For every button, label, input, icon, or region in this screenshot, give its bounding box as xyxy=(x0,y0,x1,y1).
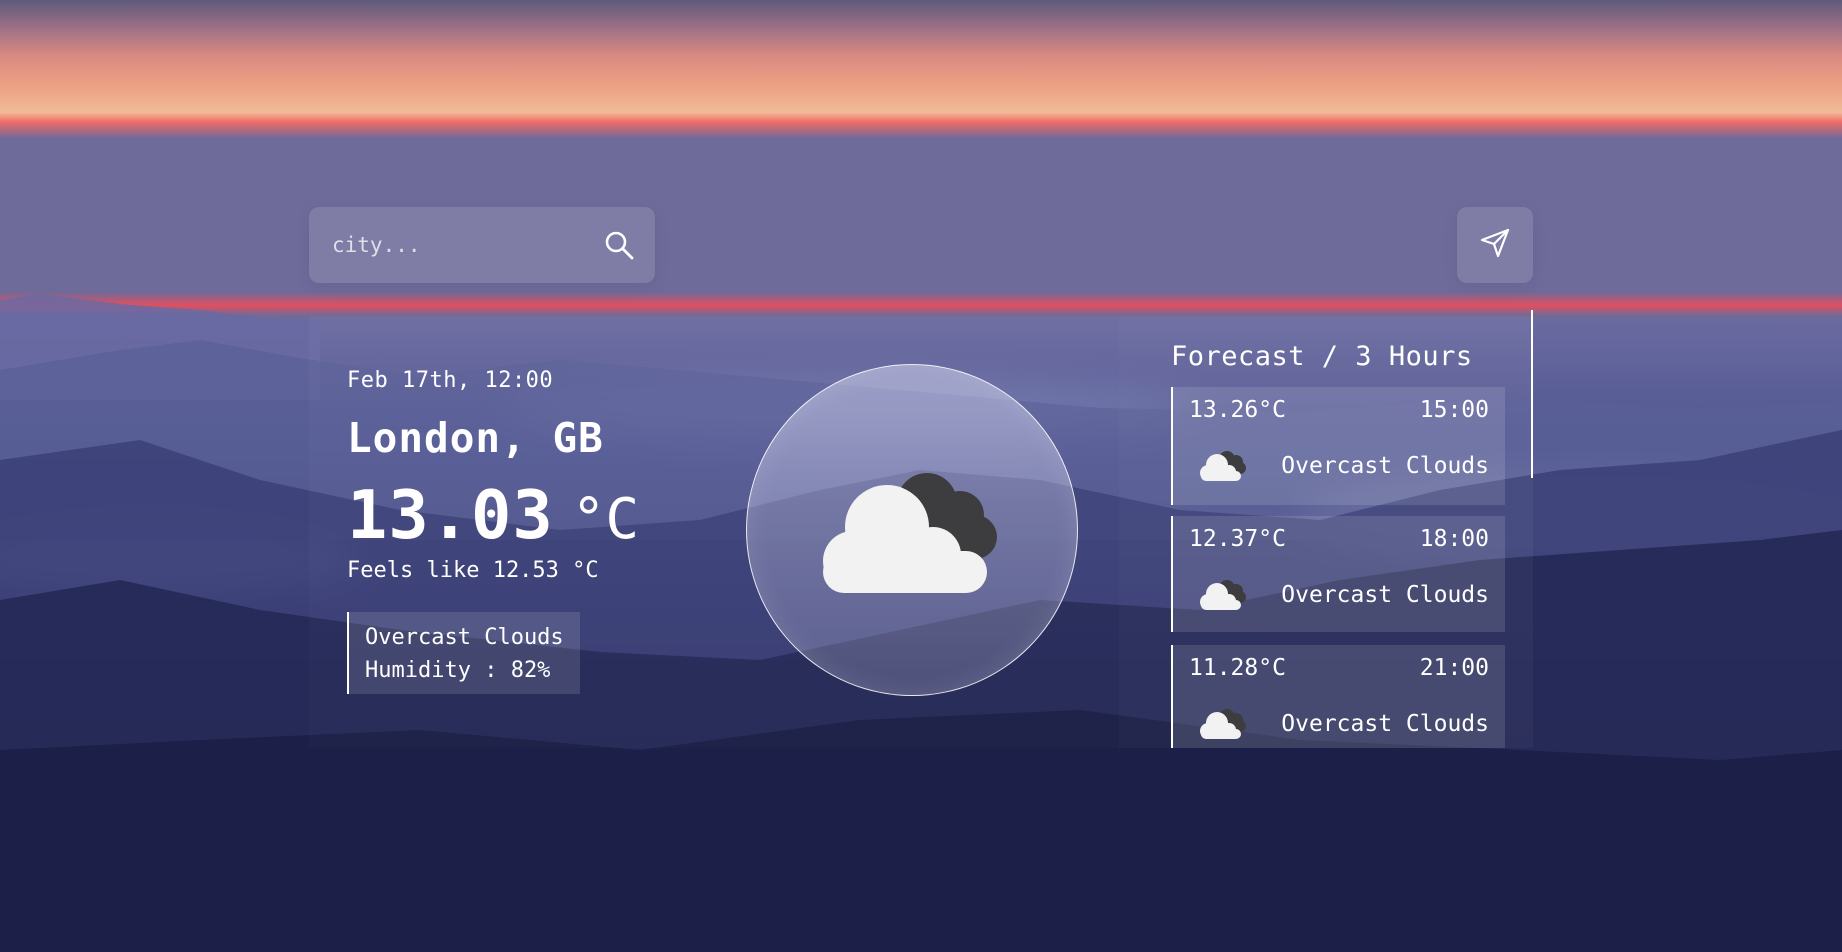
feels-like: Feels like 12.53 °C xyxy=(347,558,599,583)
temperature-row: 13.03 °C xyxy=(347,476,639,554)
overcast-clouds-icon xyxy=(823,473,997,593)
city-search-box xyxy=(309,207,655,283)
current-temperature: 13.03 xyxy=(347,476,554,554)
weather-icon-orb xyxy=(746,364,1078,696)
weather-details-box: Overcast Clouds Humidity : 82% xyxy=(347,612,580,694)
humidity: Humidity : 82% xyxy=(365,658,551,683)
forecast-description: Overcast Clouds xyxy=(1281,582,1489,608)
forecast-item: 13.26°C 15:00 Overcast Clouds xyxy=(1171,387,1505,505)
temperature-unit: °C xyxy=(571,487,640,552)
city-name: London, GB xyxy=(347,414,604,462)
city-search-input[interactable] xyxy=(330,232,574,258)
weather-description: Overcast Clouds xyxy=(365,625,564,650)
forecast-time: 15:00 xyxy=(1419,397,1489,423)
forecast-divider xyxy=(1531,310,1533,478)
overcast-clouds-icon xyxy=(1200,580,1246,610)
forecast-description: Overcast Clouds xyxy=(1281,453,1489,479)
forecast-temperature: 13.26°C xyxy=(1189,397,1286,423)
current-date: Feb 17th, 12:00 xyxy=(347,368,554,393)
weather-panel: Feb 17th, 12:00 London, GB 13.03 °C Feel… xyxy=(309,310,1533,748)
current-weather: Feb 17th, 12:00 London, GB 13.03 °C Feel… xyxy=(347,368,639,694)
overcast-clouds-icon xyxy=(1200,451,1246,481)
overcast-clouds-icon xyxy=(1200,709,1246,739)
forecast-time: 21:00 xyxy=(1419,655,1489,681)
forecast-title: Forecast / 3 Hours xyxy=(1171,341,1473,372)
forecast-item: 12.37°C 18:00 Overcast Clouds xyxy=(1171,516,1505,632)
locate-me-button[interactable] xyxy=(1457,207,1533,283)
forecast-temperature: 12.37°C xyxy=(1189,526,1286,552)
navigation-arrow-icon xyxy=(1479,227,1511,263)
forecast-temperature: 11.28°C xyxy=(1189,655,1286,681)
forecast-time: 18:00 xyxy=(1419,526,1489,552)
forecast-description: Overcast Clouds xyxy=(1281,711,1489,737)
forecast-section: Forecast / 3 Hours 13.26°C 15:00 Overcas… xyxy=(1119,310,1533,748)
forecast-item: 11.28°C 21:00 Overcast Clouds xyxy=(1171,645,1505,748)
search-icon[interactable] xyxy=(603,229,635,261)
